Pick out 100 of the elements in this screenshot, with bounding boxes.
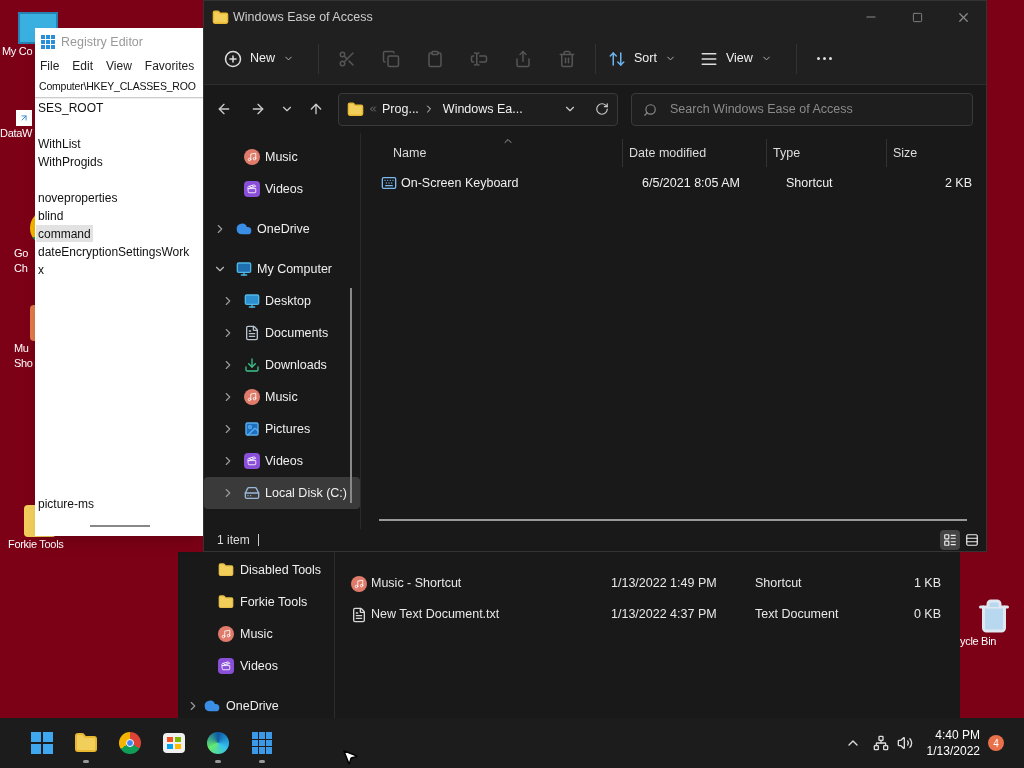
nav-item[interactable]: My Computer — [204, 253, 360, 285]
desktop-icon-label: Forkie Tools — [8, 537, 64, 552]
desktop-icon-label: DataW — [0, 126, 33, 141]
view-button[interactable]: View — [693, 41, 778, 76]
up-icon[interactable] — [308, 101, 324, 117]
nav-item[interactable]: Local Disk (C:) — [204, 477, 360, 509]
registry-key[interactable]: picture-ms — [36, 495, 96, 512]
sort-icon — [608, 49, 626, 68]
edge-icon[interactable] — [207, 732, 229, 754]
scrollbar-thumb[interactable] — [90, 525, 150, 527]
mouse-cursor-icon — [341, 748, 359, 766]
copy-icon — [382, 49, 400, 68]
scrollbar-thumb[interactable] — [350, 288, 352, 503]
folder-icon[interactable] — [74, 731, 98, 755]
clock-date[interactable]: 1/13/2022 — [926, 743, 980, 759]
nav-item[interactable]: Desktop — [204, 285, 360, 317]
sort-button[interactable]: Sort — [602, 41, 682, 76]
window-title: Registry Editor — [61, 33, 143, 51]
nav-item[interactable]: Forkie Tools — [178, 586, 334, 618]
registry-key[interactable]: x — [36, 261, 46, 278]
cloud-icon — [236, 221, 252, 237]
desktop-icon-label: Sho — [14, 356, 33, 371]
music-icon — [351, 575, 367, 592]
registry-key[interactable]: WithProgids — [36, 153, 105, 170]
start-icon[interactable] — [31, 732, 53, 754]
breadcrumb[interactable]: Prog... — [382, 99, 419, 119]
desktop-icon-label: ycle Bin — [960, 634, 997, 649]
clock-time[interactable]: 4:40 PM — [935, 727, 980, 743]
column-header[interactable]: Type — [766, 139, 886, 167]
volume-icon[interactable] — [896, 735, 913, 751]
file-size: 1 KB — [912, 575, 941, 593]
address-bar[interactable]: Prog... Windows Ea... — [338, 92, 618, 126]
store-bag-icon[interactable] — [163, 733, 185, 753]
nav-item[interactable]: Videos — [204, 445, 360, 477]
file-date: 1/13/2022 1:49 PM — [611, 575, 718, 593]
status-text: 1 item — [217, 532, 250, 549]
nav-item[interactable]: Documents — [204, 317, 360, 349]
folder-icon — [218, 562, 234, 578]
registry-key[interactable]: noveproperties — [36, 189, 120, 206]
menu-item[interactable]: File — [40, 57, 60, 75]
file-row[interactable]: New Text Document.txt 1/13/2022 4:37 PM Text Document 0 KB — [351, 599, 960, 630]
registry-key[interactable]: SES_ROOT — [36, 99, 106, 116]
menu-item[interactable]: View — [106, 57, 132, 75]
document-icon — [351, 606, 367, 623]
file-date: 1/13/2022 4:37 PM — [611, 606, 718, 624]
column-header[interactable]: Name — [381, 139, 622, 167]
cubes-icon[interactable] — [252, 732, 272, 754]
search-field[interactable]: Search Windows Ease of Access — [631, 92, 973, 126]
maximize-icon[interactable] — [911, 11, 923, 23]
desktop-icon-label: My Co — [2, 44, 33, 59]
network-icon[interactable] — [872, 735, 889, 751]
file-name: New Text Document.txt — [371, 606, 501, 624]
desktop-icon-label: Mu — [14, 341, 29, 356]
nav-item[interactable]: Downloads — [204, 349, 360, 381]
back-icon[interactable] — [216, 101, 232, 117]
desktop-icon-label: Go — [14, 246, 29, 261]
scrollbar-thumb[interactable] — [379, 519, 967, 521]
nav-item[interactable]: Music — [204, 141, 360, 173]
share-icon — [514, 49, 532, 68]
new-button[interactable]: New — [218, 41, 300, 76]
nav-item[interactable]: Music — [204, 381, 360, 413]
folder-icon — [218, 594, 234, 610]
nav-item[interactable]: Music — [178, 618, 334, 650]
file-type: Shortcut — [786, 174, 834, 192]
monitor-icon — [236, 261, 252, 277]
cloud-icon — [204, 698, 220, 714]
registry-key[interactable]: WithList — [36, 135, 83, 152]
nav-item[interactable]: Pictures — [204, 413, 360, 445]
column-header[interactable]: Date modified — [622, 139, 766, 167]
menu-item[interactable]: Favorites — [144, 57, 195, 75]
address-bar[interactable]: Computer\HKEY_CLASSES_ROO — [35, 76, 203, 98]
refresh-icon[interactable] — [595, 102, 609, 116]
music-icon — [244, 149, 260, 165]
nav-item[interactable]: OneDrive — [204, 213, 360, 245]
rename-icon — [470, 49, 488, 68]
registry-key[interactable]: dateEncryptionSettingsWork — [36, 243, 192, 260]
recycle-bin-icon — [976, 598, 1012, 634]
scissors-icon — [338, 49, 356, 68]
menu-item[interactable]: Edit — [72, 57, 94, 75]
folder-icon — [212, 8, 229, 26]
registry-icon — [41, 35, 55, 49]
video-icon — [244, 453, 260, 469]
video-icon — [244, 181, 260, 197]
nav-item[interactable]: Videos — [204, 173, 360, 205]
chrome-icon[interactable] — [119, 732, 141, 754]
forward-icon[interactable] — [250, 101, 266, 117]
file-row[interactable]: Music - Shortcut 1/13/2022 1:49 PM Shortcut 1 KB — [351, 568, 960, 599]
keyboard-icon — [381, 175, 397, 191]
column-header[interactable]: Size — [886, 139, 966, 167]
breadcrumb[interactable]: Windows Ea... — [442, 99, 523, 119]
file-name: On-Screen Keyboard — [401, 174, 520, 192]
music-icon — [218, 626, 234, 642]
plus-icon — [224, 49, 242, 68]
file-type: Shortcut — [755, 575, 803, 593]
nav-item[interactable]: Videos — [178, 650, 334, 682]
details-view-button[interactable] — [940, 530, 960, 550]
nav-item[interactable]: Disabled Tools — [178, 554, 334, 586]
nav-item[interactable]: OneDrive — [178, 690, 334, 722]
file-size: 2 KB — [943, 174, 972, 192]
file-row[interactable]: On-Screen Keyboard 6/5/2021 8:05 AM Shortcut 2 KB — [381, 170, 986, 196]
